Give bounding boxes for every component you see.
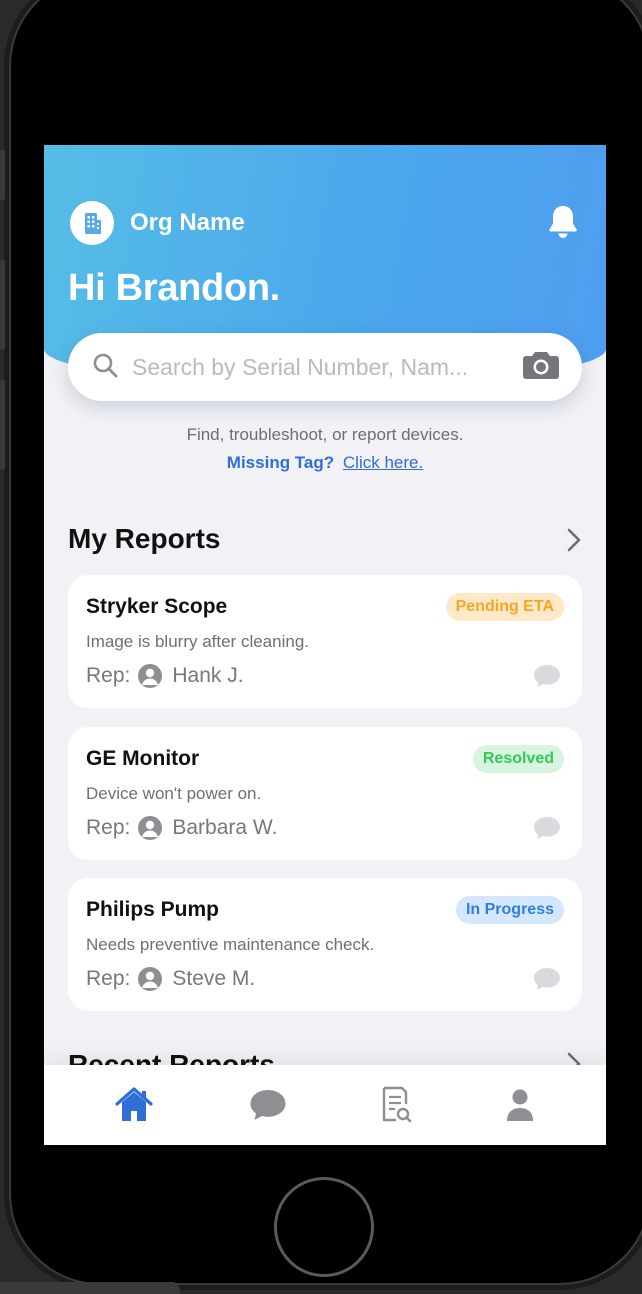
app-screen: Org Name Hi Brandon. Find, troubleshoot,… xyxy=(44,145,606,1145)
rep-label: Rep: xyxy=(86,967,131,990)
profile-icon xyxy=(505,1088,535,1127)
chat-icon xyxy=(248,1087,288,1128)
report-description: Image is blurry after cleaning. xyxy=(86,632,309,651)
report-card[interactable]: Philips Pump In Progress Needs preventiv… xyxy=(68,878,582,1011)
tab-messages[interactable] xyxy=(246,1085,290,1129)
chat-bubble-icon[interactable] xyxy=(532,966,562,997)
status-badge: Resolved xyxy=(472,745,564,773)
home-button[interactable] xyxy=(274,1177,374,1277)
chat-bubble-icon[interactable] xyxy=(532,815,562,846)
tab-bar xyxy=(44,1065,606,1145)
rep-row: Rep: Hank J. xyxy=(86,664,244,688)
missing-tag-label: Missing Tag? xyxy=(226,453,335,472)
report-description: Device won't power on. xyxy=(86,784,262,803)
rep-name: Hank J. xyxy=(172,664,244,687)
helper-text: Find, troubleshoot, or report devices. xyxy=(186,425,464,444)
status-badge: Pending ETA xyxy=(445,593,564,621)
rep-row: Rep: Steve M. xyxy=(86,967,255,991)
missing-tag-link[interactable]: Click here. xyxy=(343,453,423,472)
rep-label: Rep: xyxy=(86,816,131,839)
report-description: Needs preventive maintenance check. xyxy=(86,935,375,954)
greeting-heading: Hi Brandon. xyxy=(68,267,281,309)
rep-name: Steve M. xyxy=(172,967,256,990)
tab-reports[interactable] xyxy=(374,1085,418,1129)
chevron-right-icon[interactable] xyxy=(566,527,582,558)
avatar-icon xyxy=(138,816,163,840)
missing-tag-row: Missing Tag? Click here. xyxy=(44,453,606,473)
avatar-icon xyxy=(138,967,163,991)
building-icon xyxy=(70,201,114,245)
report-card[interactable]: GE Monitor Resolved Device won't power o… xyxy=(68,727,582,860)
home-icon xyxy=(114,1086,154,1129)
org-name: Org Name xyxy=(130,209,245,236)
status-badge: In Progress xyxy=(455,896,564,924)
report-card[interactable]: Stryker Scope Pending ETA Image is blurr… xyxy=(68,575,582,708)
camera-icon[interactable] xyxy=(522,350,560,385)
tab-home[interactable] xyxy=(112,1085,156,1129)
tab-profile[interactable] xyxy=(498,1085,542,1129)
report-title: GE Monitor xyxy=(86,747,200,770)
window-edge xyxy=(0,1282,180,1294)
search-input[interactable] xyxy=(132,353,522,381)
org-selector[interactable]: Org Name xyxy=(70,201,245,245)
report-title: Philips Pump xyxy=(86,898,220,921)
report-search-icon xyxy=(380,1086,412,1129)
search-bar[interactable] xyxy=(68,333,582,401)
volume-up-button xyxy=(0,260,5,350)
rep-label: Rep: xyxy=(86,664,131,687)
mute-switch xyxy=(0,150,5,200)
bell-icon[interactable] xyxy=(546,203,580,244)
report-title: Stryker Scope xyxy=(86,595,228,618)
rep-row: Rep: Barbara W. xyxy=(86,816,277,840)
rep-name: Barbara W. xyxy=(172,816,278,839)
magnifier-icon xyxy=(92,352,118,383)
chat-bubble-icon[interactable] xyxy=(532,663,562,694)
volume-down-button xyxy=(0,380,5,470)
my-reports-title: My Reports xyxy=(68,523,221,554)
avatar-icon xyxy=(138,664,163,688)
